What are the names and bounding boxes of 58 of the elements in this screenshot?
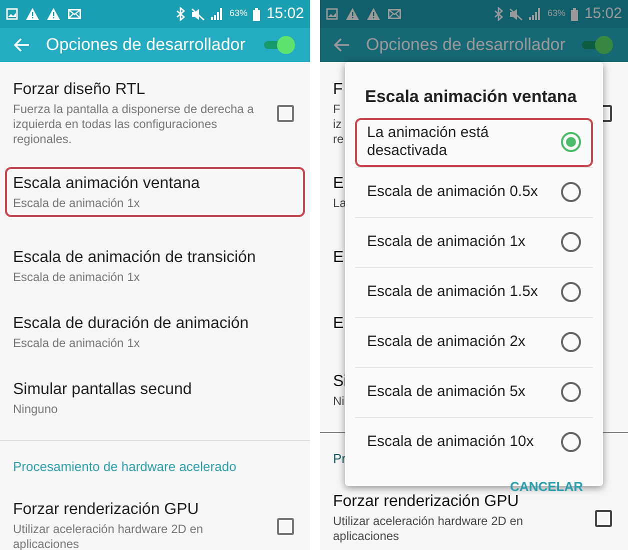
setting-title: E — [333, 248, 344, 268]
checkbox[interactable] — [595, 510, 612, 526]
warning-icon — [346, 8, 359, 20]
setting-description: Fuerza la pantalla a disponerse de derecha a izquierda en todas las configuraciones regionales. — [13, 102, 255, 147]
radio-option[interactable]: Escala de animación 1x — [355, 218, 593, 266]
warning-icon — [47, 8, 60, 20]
warning-icon — [367, 8, 380, 20]
radio-option[interactable]: Escala de animación 1.5x — [355, 268, 593, 316]
setting-description: Escala de animación 1x — [13, 196, 140, 210]
radio-option[interactable]: Escala de animación 10x — [355, 418, 593, 466]
setting-title: Forzar renderización GPU — [333, 492, 519, 512]
mail-icon — [388, 9, 401, 19]
radio-option[interactable]: Escala de animación 5x — [355, 368, 593, 416]
status-time: 15:02 — [584, 4, 622, 24]
image-icon — [326, 8, 338, 20]
signal-icon — [211, 8, 224, 20]
battery-percent: 63% — [229, 7, 248, 20]
radio-option[interactable]: La animación está desactivada — [355, 118, 593, 166]
back-icon[interactable] — [14, 38, 30, 52]
setting-title: Simular pantallas secund — [13, 380, 192, 400]
category-header: Procesamiento de hardware acelerado — [13, 458, 236, 476]
battery-icon — [571, 8, 578, 20]
app-bar-title: Opciones de desarrollador — [366, 34, 566, 56]
status-time: 15:02 — [266, 4, 304, 24]
setting-title: Escala animación ventana — [13, 174, 200, 194]
setting-title: E — [333, 314, 344, 334]
radio-option[interactable]: Escala de animación 0.5x — [355, 168, 593, 216]
signal-icon — [529, 8, 542, 20]
setting-description: Utilizar aceleración hardware 2D en aplicaciones — [333, 514, 524, 544]
setting-description: Escala de animación 1x — [13, 270, 140, 284]
bluetooth-icon — [176, 7, 186, 21]
battery-percent: 63% — [547, 7, 566, 20]
toggle-switch[interactable] — [580, 35, 614, 55]
setting-title: Escala de duración de animación — [13, 314, 249, 334]
warning-icon — [26, 8, 39, 20]
battery-icon — [253, 8, 260, 20]
checkbox[interactable] — [277, 105, 294, 122]
setting-title: E — [333, 174, 344, 194]
setting-description: Ni — [333, 394, 344, 408]
mail-icon — [68, 9, 81, 19]
checkbox[interactable] — [277, 518, 294, 534]
toggle-switch[interactable] — [262, 35, 296, 55]
back-icon[interactable] — [334, 38, 350, 52]
setting-title: Forzar renderización GPU — [13, 500, 199, 520]
mute-icon — [191, 8, 206, 20]
setting-title: Forzar diseño RTL — [13, 80, 146, 100]
app-bar-title: Opciones de desarrollador — [46, 34, 246, 56]
setting-description: Escala de animación 1x — [13, 336, 140, 350]
setting-title: Escala de animación de transición — [13, 248, 256, 268]
category-header: Pr — [333, 450, 346, 468]
bluetooth-icon — [494, 7, 504, 21]
image-icon — [6, 8, 18, 20]
setting-description: Ninguno — [13, 402, 58, 416]
setting-description: F iz re — [333, 102, 344, 147]
mute-icon — [509, 8, 524, 20]
radio-option[interactable]: Escala de animación 2x — [355, 318, 593, 366]
setting-title: F — [333, 80, 343, 100]
dialog-title: Escala animación ventana — [364, 86, 578, 108]
